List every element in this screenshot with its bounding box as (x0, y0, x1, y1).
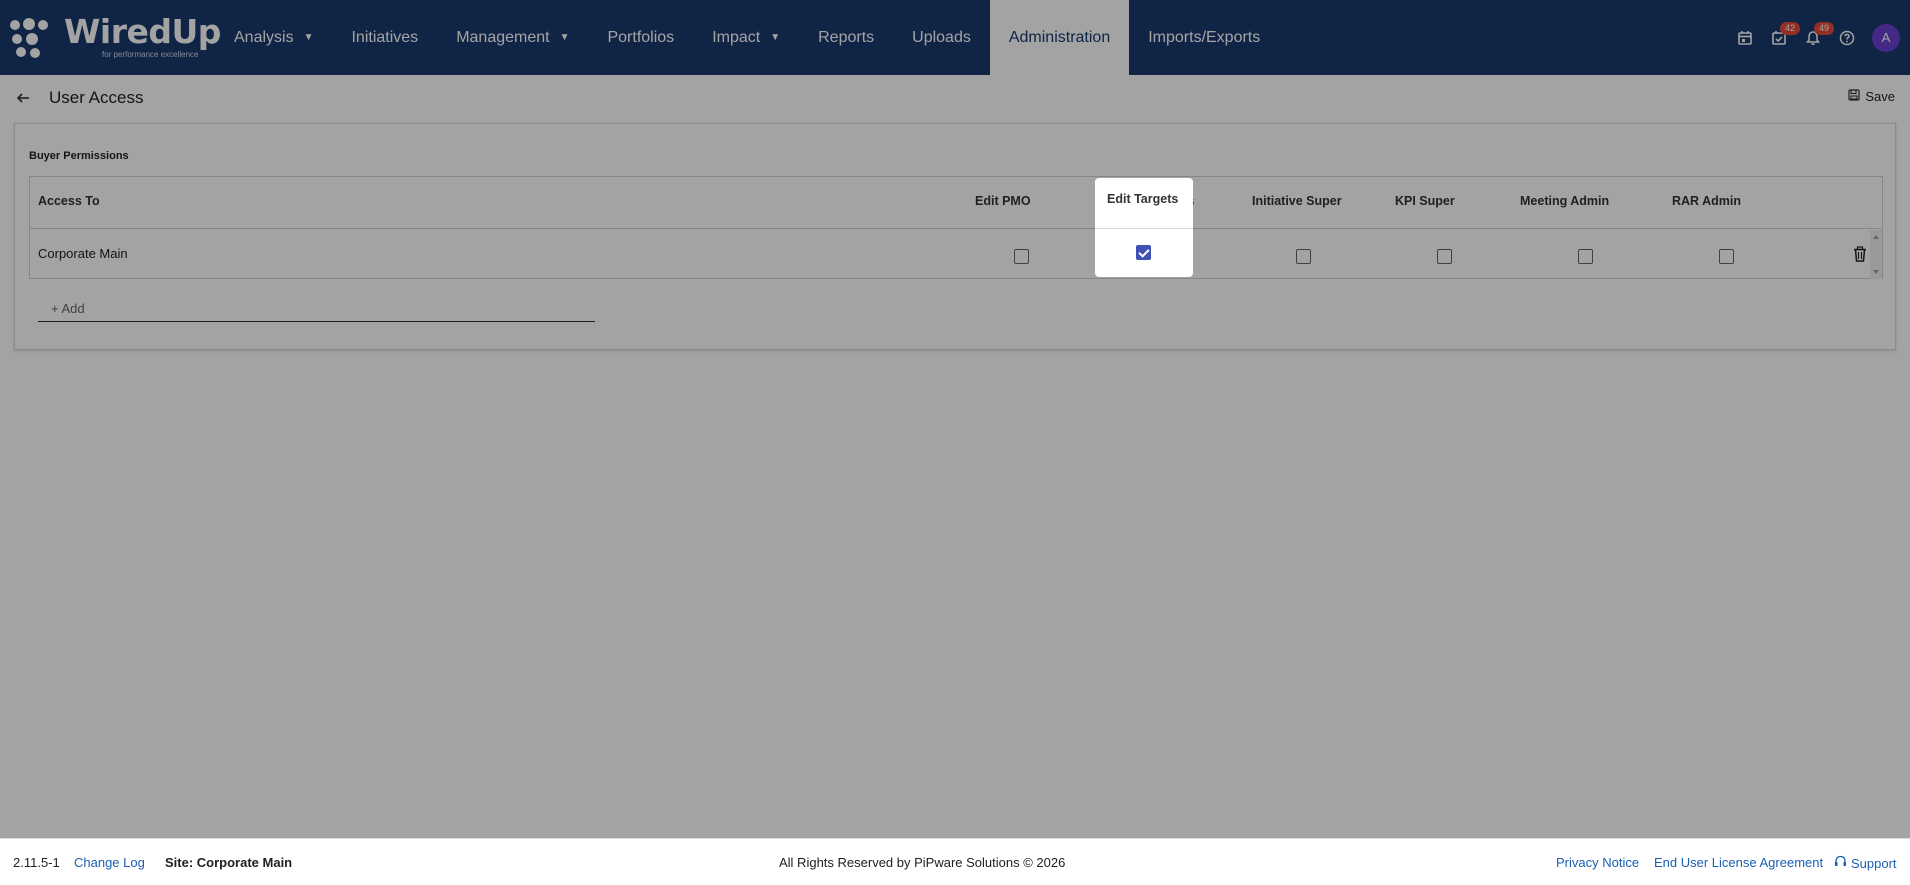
permissions-table: Access To Edit PMO Edit Targets Initiati… (29, 176, 1883, 279)
help-icon[interactable] (1830, 21, 1864, 55)
edit-pmo-checkbox[interactable] (1014, 249, 1029, 264)
nav-label: Initiatives (351, 28, 419, 46)
back-arrow-icon[interactable] (12, 87, 34, 109)
logo-dots-icon (10, 18, 54, 58)
calendar-icon[interactable] (1728, 21, 1762, 55)
nav-imports-exports[interactable]: Imports/Exports (1129, 0, 1279, 75)
add-label: + Add (51, 301, 85, 316)
col-meeting-admin: Meeting Admin (1520, 194, 1610, 208)
footer: 2.11.5-1 Change Log Site: Corporate Main… (0, 838, 1910, 885)
task-check-icon[interactable]: 42 (1762, 21, 1801, 55)
col-initiative-super: Initiative Super (1252, 194, 1342, 208)
nav-initiatives[interactable]: Initiatives (332, 0, 437, 75)
support-label: Support (1851, 855, 1897, 871)
meeting-admin-checkbox[interactable] (1578, 249, 1593, 264)
eula-link[interactable]: End User License Agreement (1654, 855, 1823, 870)
save-button[interactable]: Save (1848, 89, 1895, 104)
col-edit-pmo: Edit PMO (975, 194, 1031, 208)
access-to-cell: Corporate Main (38, 246, 128, 261)
support-icon (1834, 855, 1847, 871)
wiredup-logo[interactable]: WiredUp for performance excellence (10, 12, 221, 62)
logo-text: WiredUp (64, 12, 221, 51)
nav-reports[interactable]: Reports (799, 0, 893, 75)
buyer-permissions-card: Buyer Permissions Access To Edit PMO Edi… (14, 123, 1896, 350)
nav-label: Portfolios (607, 28, 675, 46)
save-label: Save (1865, 89, 1895, 104)
spotlight-edit-targets-checkbox[interactable] (1136, 245, 1151, 260)
nav-label: Reports (818, 28, 875, 46)
version-label: 2.11.5-1 (13, 855, 60, 870)
col-rar-admin: RAR Admin (1672, 194, 1741, 208)
copyright-text: All Rights Reserved by PiPware Solutions… (779, 855, 1066, 870)
rar-admin-checkbox[interactable] (1719, 249, 1734, 264)
spotlight-header: Edit Targets (1095, 178, 1193, 229)
nav-label: Uploads (912, 28, 971, 46)
caret-down-icon: ▼ (303, 32, 314, 43)
spotlight-edit-targets-label: Edit Targets (1107, 192, 1179, 206)
privacy-notice-link[interactable]: Privacy Notice (1556, 855, 1639, 870)
col-access-to: Access To (38, 194, 100, 208)
avatar[interactable]: A (1872, 23, 1900, 52)
table-scrollbar[interactable] (1870, 230, 1882, 279)
caret-down-icon: ▼ (770, 32, 781, 43)
save-icon (1848, 89, 1860, 104)
kpi-super-checkbox[interactable] (1437, 249, 1452, 264)
nav-impact[interactable]: Impact ▼ (693, 0, 799, 75)
caret-down-icon: ▼ (559, 32, 570, 43)
table-row: Corporate Main (30, 230, 1882, 279)
delete-trash-icon[interactable] (1853, 246, 1867, 262)
scroll-down-icon[interactable] (1873, 270, 1879, 274)
nav-management[interactable]: Management ▼ (437, 0, 588, 75)
nav-uploads[interactable]: Uploads (893, 0, 990, 75)
page-title: User Access (49, 88, 144, 107)
logo-tagline: for performance excellence (102, 50, 199, 59)
page-header: User Access Save (0, 75, 1910, 121)
table-header: Access To Edit PMO Edit Targets Initiati… (30, 177, 1882, 229)
scroll-up-icon[interactable] (1873, 235, 1879, 239)
change-log-link[interactable]: Change Log (74, 855, 145, 870)
edit-targets-spotlight: Edit Targets (1095, 178, 1193, 277)
top-nav-bar: WiredUp for performance excellence Analy… (0, 0, 1910, 75)
col-kpi-super: KPI Super (1395, 194, 1455, 208)
nav-label: Management (456, 28, 550, 46)
add-access-field[interactable]: + Add (38, 296, 595, 322)
nav-label: Imports/Exports (1148, 28, 1261, 46)
nav-label: Impact (712, 28, 761, 46)
nav-analysis[interactable]: Analysis ▼ (215, 0, 332, 75)
nav-portfolios[interactable]: Portfolios (588, 0, 693, 75)
top-icons: 42 49 A (1728, 0, 1910, 75)
site-label: Site: Corporate Main (165, 855, 293, 870)
card-title: Buyer Permissions (29, 150, 129, 162)
main-nav: Analysis ▼ Initiatives Management ▼ Portfo… (215, 0, 1279, 75)
support-link[interactable]: Support (1834, 855, 1897, 871)
nav-label: Analysis (234, 28, 294, 46)
bell-icon[interactable]: 49 (1796, 21, 1835, 55)
initiative-super-checkbox[interactable] (1296, 249, 1311, 264)
nav-administration[interactable]: Administration (989, 0, 1130, 75)
nav-label: Administration (1008, 28, 1111, 46)
